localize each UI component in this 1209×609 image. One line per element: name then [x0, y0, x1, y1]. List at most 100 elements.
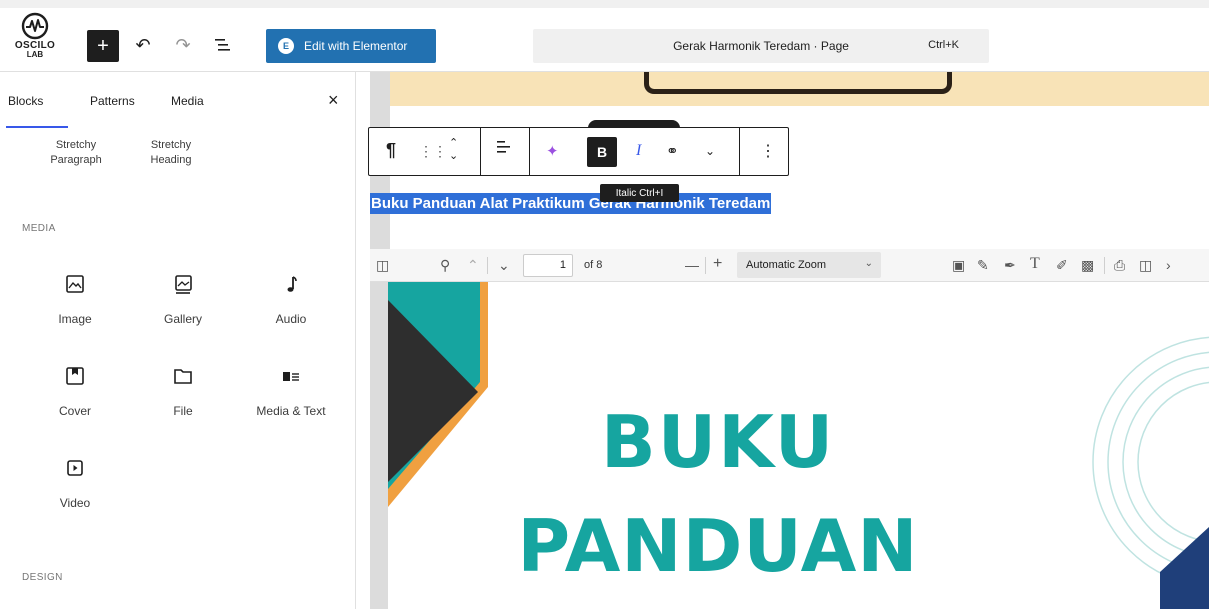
block-audio[interactable]: Audio: [245, 272, 337, 326]
drag-handle[interactable]: ⋮⋮: [419, 143, 447, 160]
editor-header: OSCILO LAB + ↶ ↷ E Edit with Elementor G…: [0, 0, 1209, 72]
header-image-banner: [390, 72, 1209, 106]
chevron-up-icon: ⌃: [467, 257, 479, 273]
align-icon: [497, 141, 510, 153]
zoom-out-button[interactable]: —: [685, 257, 699, 273]
zoom-select[interactable]: Automatic Zoom ⌄: [737, 252, 881, 278]
block-file[interactable]: File: [137, 364, 229, 418]
toolbar-separator: [739, 128, 740, 175]
page-number-input[interactable]: 1: [523, 254, 573, 277]
ai-assistant-button[interactable]: ✦: [546, 142, 559, 160]
video-icon: [67, 460, 83, 476]
zoom-value: Automatic Zoom: [746, 259, 827, 271]
redo-button[interactable]: ↷: [170, 32, 196, 58]
design-section-heading: DESIGN: [22, 572, 63, 583]
sidebar-toggle-button[interactable]: ◫: [376, 257, 389, 274]
move-up-down-icon: ⌃ ⌄: [449, 137, 459, 162]
save-button[interactable]: ◫: [1139, 257, 1152, 274]
block-label: Video: [59, 496, 91, 510]
block-label: File: [173, 404, 193, 418]
pdf-title-line-1: BUKU: [600, 400, 836, 484]
document-overview-button[interactable]: [210, 32, 236, 58]
ai-sparkle-icon: ✦: [546, 143, 559, 160]
pdf-page: BUKU PANDUAN: [388, 282, 1209, 609]
signature-icon: ✎: [977, 257, 989, 273]
minus-icon: —: [685, 257, 699, 273]
block-toolbar: ¶ ⋮⋮ ⌃ ⌄ ✦ B I ⚭ ⌄ ⋮: [368, 127, 789, 176]
tab-patterns[interactable]: Patterns: [90, 94, 135, 108]
close-inserter-button[interactable]: ×: [328, 90, 339, 111]
toolbar-separator: [487, 257, 488, 274]
align-button[interactable]: [497, 140, 511, 161]
chevron-down-icon: ⌄: [498, 257, 510, 273]
inserter-tabs: Blocks Patterns Media ×: [0, 72, 356, 128]
previous-page-button[interactable]: ⌃: [467, 257, 479, 274]
block-label: Stretchy Heading: [150, 139, 192, 166]
link-icon: ⚭: [666, 143, 679, 160]
link-button[interactable]: ⚭: [666, 142, 679, 160]
undo-icon: ↶: [135, 34, 151, 55]
more-rich-text-button[interactable]: ⌄: [705, 144, 715, 158]
drag-handle-icon: ⋮⋮: [419, 143, 447, 159]
chevron-down-icon: ⌄: [864, 258, 873, 269]
tab-blocks[interactable]: Blocks: [8, 94, 43, 108]
block-media-text[interactable]: Media & Text: [245, 364, 337, 418]
block-stretchy-heading[interactable]: Stretchy Heading: [131, 138, 211, 168]
toolbar-separator: [529, 128, 530, 175]
move-up-down-buttons[interactable]: ⌃ ⌄: [449, 137, 458, 163]
block-gallery[interactable]: Gallery: [137, 272, 229, 326]
text-button[interactable]: T: [1030, 255, 1040, 273]
block-label: Audio: [275, 312, 307, 326]
site-logo[interactable]: OSCILO LAB: [10, 12, 60, 64]
chevron-right-icon: ›: [1166, 257, 1171, 273]
block-video[interactable]: Video: [29, 456, 121, 510]
print-button[interactable]: ⎙: [1114, 257, 1125, 274]
tab-media[interactable]: Media: [171, 94, 204, 108]
block-options-button[interactable]: ⋮: [760, 141, 776, 161]
elementor-icon: E: [278, 38, 294, 54]
pdf-toolbar: ◫ ⚲ ⌃ ⌄ 1 of 8 — + Automatic Zoom ⌄ ▣ ✎ …: [370, 249, 1209, 282]
paragraph-transform-button[interactable]: ¶: [386, 140, 396, 161]
bold-icon: B: [596, 144, 608, 160]
logo-subtext: LAB: [26, 50, 44, 59]
page-count: of 8: [584, 259, 603, 271]
undo-button[interactable]: ↶: [130, 32, 156, 58]
italic-icon: I: [636, 142, 642, 159]
next-page-button[interactable]: ⌄: [498, 257, 510, 274]
media-text-icon: [283, 372, 299, 381]
block-cover[interactable]: Cover: [29, 364, 121, 418]
banner-graphic: [644, 72, 952, 94]
highlight-button[interactable]: ✒: [1004, 257, 1016, 274]
signature-button[interactable]: ✎: [977, 257, 989, 274]
bold-button[interactable]: B: [587, 137, 617, 167]
block-label: Gallery: [163, 312, 202, 326]
toolbar-separator: [705, 257, 706, 274]
block-label: Image: [58, 312, 92, 326]
gallery-icon: [175, 275, 192, 294]
draw-button[interactable]: ✐: [1056, 257, 1068, 274]
draw-icon: ✐: [1056, 257, 1068, 273]
add-image-button[interactable]: ▩: [1081, 257, 1094, 274]
italic-button[interactable]: I: [636, 142, 641, 160]
file-icon: [174, 369, 192, 384]
more-tools-button[interactable]: ›: [1166, 257, 1171, 273]
zoom-in-button[interactable]: +: [713, 255, 722, 273]
block-image[interactable]: Image: [29, 272, 121, 326]
document-title: Gerak Harmonik Teredam · Page: [673, 39, 849, 53]
selected-heading-text[interactable]: Buku Panduan Alat Praktikum Gerak Harmon…: [370, 193, 772, 214]
command-shortcut: Ctrl+K: [928, 39, 959, 51]
block-inserter-button[interactable]: +: [87, 30, 119, 62]
block-inserter-panel: Blocks Patterns Media × Stretchy Paragra…: [0, 72, 356, 609]
paragraph-icon: ¶: [386, 140, 397, 160]
save-icon: ◫: [1139, 257, 1153, 273]
command-palette-bar[interactable]: Gerak Harmonik Teredam · Page Ctrl+K: [533, 29, 989, 63]
search-icon: ⚲: [440, 257, 451, 273]
options-icon: ⋮: [760, 143, 776, 160]
block-label: Stretchy Paragraph: [50, 139, 102, 166]
block-stretchy-paragraph[interactable]: Stretchy Paragraph: [36, 138, 116, 168]
pdf-viewer[interactable]: BUKU PANDUAN: [370, 282, 1209, 609]
active-tab-indicator: [6, 126, 68, 128]
find-button[interactable]: ⚲: [440, 257, 450, 274]
edit-with-elementor-button[interactable]: E Edit with Elementor: [266, 29, 436, 63]
comment-button[interactable]: ▣: [952, 257, 965, 274]
